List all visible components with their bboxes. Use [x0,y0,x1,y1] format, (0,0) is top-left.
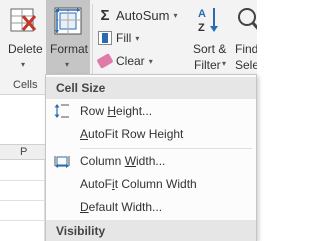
fill-button[interactable]: Fill ▾ [98,29,139,47]
svg-text:A: A [198,8,206,20]
column-header-p[interactable]: P [20,146,27,158]
menu-item-default-width[interactable]: Default Width... [46,196,256,218]
menu-item-column-width[interactable]: Column Width... [46,150,256,172]
find-select-label-1: Find [235,42,257,56]
sort-filter-button[interactable]: A Z Sort & Filter ▾ [189,0,229,76]
sigma-icon: Σ [100,6,110,24]
format-cells-icon [54,7,82,35]
format-button[interactable]: Format ▾ [46,0,90,76]
eraser-icon [96,53,114,69]
autosum-button[interactable]: Σ AutoSum ▾ [98,6,178,24]
column-width-icon [54,156,70,168]
gridline [0,180,47,181]
autosum-label: AutoSum [116,7,170,23]
sort-az-icon: A Z [198,8,218,34]
clear-label: Clear [116,54,145,68]
chevron-down-icon: ▾ [148,56,153,66]
chevron-down-icon: ▾ [135,33,140,43]
clear-button[interactable]: Clear ▾ [96,52,153,70]
menu-item-label: AutoFit Row Height [80,127,184,141]
chevron-down-icon: ▾ [173,10,178,20]
gridline [0,220,47,221]
svg-text:Z: Z [198,22,205,34]
fill-down-icon [98,31,112,45]
menu-section-visibility: Visibility [46,220,256,241]
find-icon [238,8,257,30]
fill-label: Fill [116,31,132,45]
delete-label: Delete [8,42,43,56]
chevron-down-icon: ▾ [222,59,227,68]
format-label: Format [50,42,89,56]
menu-item-label: Default Width... [80,200,163,214]
menu-item-label: Row Height... [80,104,153,118]
row-height-icon [54,104,69,118]
menu-item-label: AutoFit Column Width [80,177,197,191]
menu-item-label: Column Width... [80,154,166,168]
find-select-button[interactable]: Find Selec [232,0,257,76]
gridline [0,200,47,201]
menu-section-cell-size: Cell Size [46,77,256,99]
delete-cells-icon [10,8,37,32]
delete-button[interactable]: Delete ▾ [2,0,46,76]
chevron-down-icon: ▾ [65,60,70,69]
chevron-down-icon: ▾ [21,60,26,69]
sort-filter-label-2: Filter [194,58,221,72]
menu-item-autofit-column-width[interactable]: AutoFit Column Width [46,173,256,195]
find-select-label-2: Selec [235,58,257,72]
menu-item-autofit-row-height[interactable]: AutoFit Row Height [46,123,256,145]
format-dropdown-menu: Cell Size Row Height... AutoFit Row Heig… [45,74,257,241]
sort-filter-label-1: Sort & [193,42,227,56]
cells-group-label: Cells [13,79,38,91]
menu-divider [80,148,252,149]
menu-item-row-height[interactable]: Row Height... [46,100,256,122]
